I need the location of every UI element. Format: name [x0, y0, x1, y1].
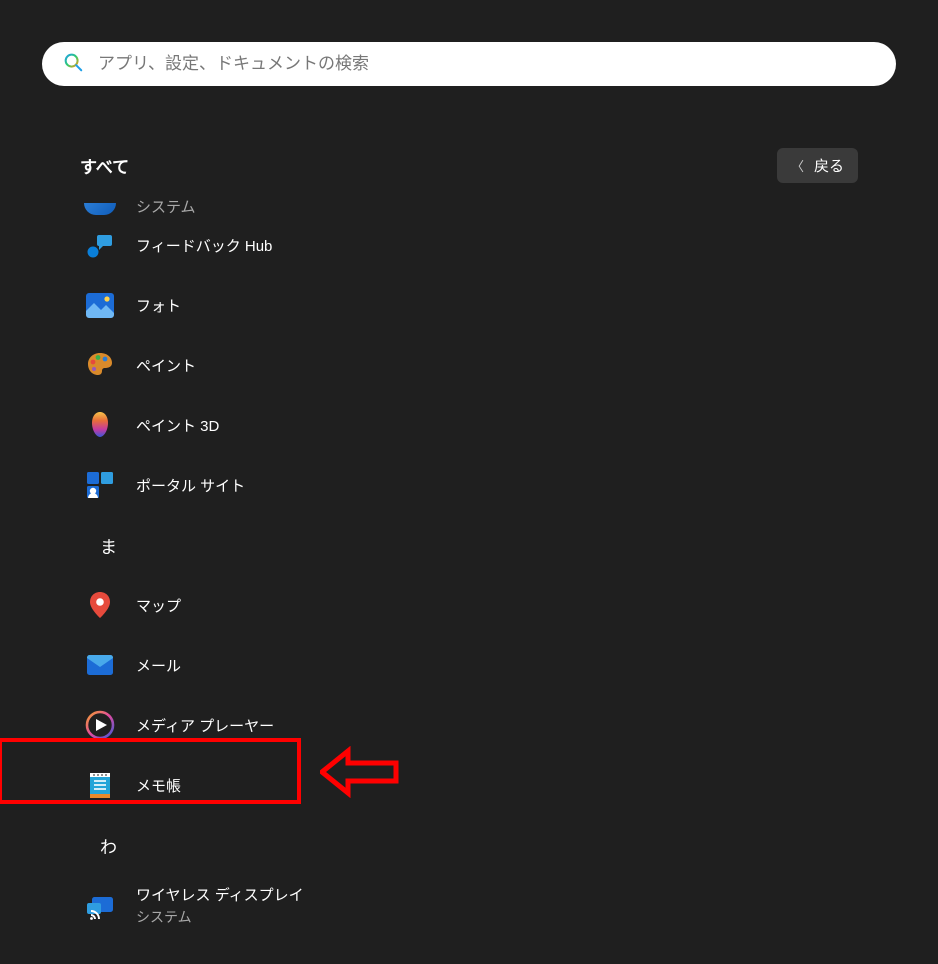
- app-item-paint3d[interactable]: ペイント 3D: [62, 395, 876, 455]
- app-item-cutoff[interactable]: システム: [62, 197, 876, 215]
- app-label: フィードバック Hub: [136, 235, 272, 256]
- section-header-wa[interactable]: わ: [62, 815, 876, 875]
- paint3d-icon: [82, 407, 118, 443]
- search-icon: [62, 51, 84, 78]
- mail-icon: [82, 647, 118, 683]
- portal-site-icon: [82, 467, 118, 503]
- section-header-ma[interactable]: ま: [62, 515, 876, 575]
- paint-icon: [82, 347, 118, 383]
- photos-icon: [82, 287, 118, 323]
- search-input[interactable]: [98, 54, 876, 74]
- app-item-photos[interactable]: フォト: [62, 275, 876, 335]
- wireless-display-icon: [82, 887, 118, 923]
- app-item-wireless-display[interactable]: ワイヤレス ディスプレイ システム: [62, 875, 876, 935]
- app-item-portal-site[interactable]: ポータル サイト: [62, 455, 876, 515]
- app-label: ペイント: [136, 355, 196, 376]
- app-sublabel: システム: [136, 197, 196, 215]
- back-button[interactable]: 〈 戻る: [777, 148, 858, 183]
- app-label: メディア プレーヤー: [136, 715, 274, 736]
- app-item-paint[interactable]: ペイント: [62, 335, 876, 395]
- page-title: すべて: [80, 153, 129, 178]
- app-sublabel: システム: [136, 907, 304, 927]
- app-item-maps[interactable]: マップ: [62, 575, 876, 635]
- maps-icon: [82, 587, 118, 623]
- header-row: すべて 〈 戻る: [0, 86, 938, 183]
- arrow-annotation: [320, 746, 400, 798]
- app-label: マップ: [136, 595, 181, 616]
- chevron-left-icon: 〈: [791, 156, 804, 175]
- app-list: システム フィードバック Hub フォト: [0, 183, 938, 935]
- search-box[interactable]: [42, 42, 896, 86]
- app-label: ワイヤレス ディスプレイ: [136, 884, 304, 905]
- app-label: フォト: [136, 295, 181, 316]
- back-button-label: 戻る: [814, 155, 844, 176]
- highlight-annotation: [0, 738, 301, 804]
- app-item-mail[interactable]: メール: [62, 635, 876, 695]
- app-item-feedback-hub[interactable]: フィードバック Hub: [62, 215, 876, 275]
- app-label: メール: [136, 655, 181, 676]
- app-icon-cutoff: [82, 197, 118, 215]
- app-label: ペイント 3D: [136, 415, 219, 436]
- app-label: ポータル サイト: [136, 475, 245, 496]
- search-container: [0, 0, 938, 86]
- feedback-hub-icon: [82, 227, 118, 263]
